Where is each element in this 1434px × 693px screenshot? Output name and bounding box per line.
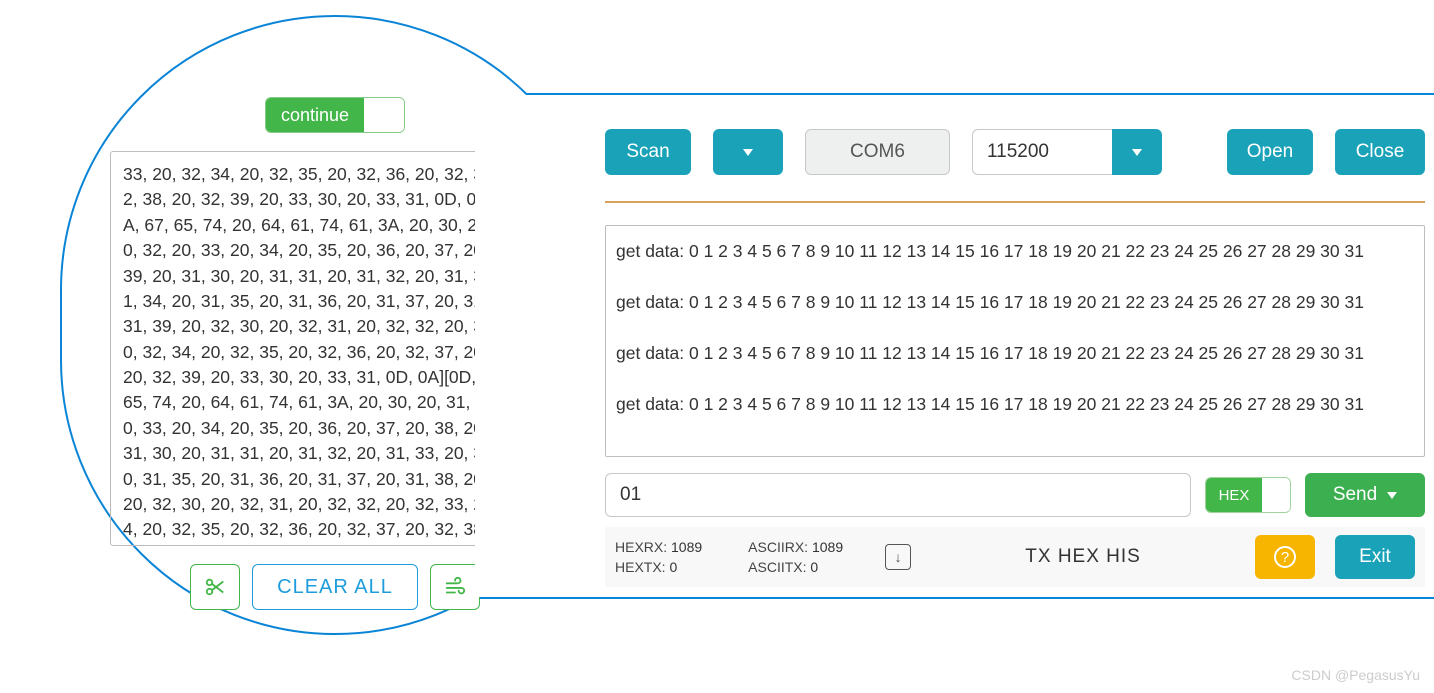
hextx-value: 0 [669,559,677,575]
console-line: get data: 0 1 2 3 4 5 6 7 8 9 10 11 12 1… [616,391,1414,418]
chevron-down-icon [1387,492,1397,499]
port-dropdown-button[interactable] [713,129,783,175]
asciirx-label: ASCIIRX: [748,539,808,555]
serial-terminal-panel: Scan COM6 Open Close get data: 0 1 2 3 4… [475,93,1434,599]
send-row: HEX Send [605,473,1425,517]
watermark: CSDN @PegasusYu [1291,667,1420,683]
toolbar: Scan COM6 Open Close [605,129,1425,203]
console-output[interactable]: get data: 0 1 2 3 4 5 6 7 8 9 10 11 12 1… [605,225,1425,457]
clear-all-button[interactable]: CLEAR ALL [252,564,418,610]
wind-button[interactable] [430,564,480,610]
open-button[interactable]: Open [1227,129,1313,175]
baud-dropdown-button[interactable] [1112,129,1162,175]
exit-button[interactable]: Exit [1335,535,1415,579]
asciitx-value: 0 [810,559,818,575]
rx-tx-stats: HEXRX: 1089 HEXTX: 0 ASCIIRX: 1089 ASCII… [615,539,843,575]
send-input[interactable] [605,473,1191,517]
console-line: get data: 0 1 2 3 4 5 6 7 8 9 10 11 12 1… [616,340,1414,367]
download-icon[interactable]: ↓ [885,544,911,570]
help-button[interactable]: ? [1255,535,1315,579]
cut-button[interactable] [190,564,240,610]
com-port-display[interactable]: COM6 [805,129,950,175]
scissors-icon [204,576,226,598]
console-line: get data: 0 1 2 3 4 5 6 7 8 9 10 11 12 1… [616,238,1414,265]
console-line: get data: 0 1 2 3 4 5 6 7 8 9 10 11 12 1… [616,289,1414,316]
close-button[interactable]: Close [1335,129,1425,175]
baud-rate-input[interactable] [972,129,1112,175]
continue-toggle-label: continue [266,98,364,132]
send-button-label: Send [1333,484,1377,506]
hex-toggle-label: HEX [1206,478,1262,512]
chevron-down-icon [1132,149,1142,156]
svg-text:?: ? [1281,549,1289,566]
status-bar: HEXRX: 1089 HEXTX: 0 ASCIIRX: 1089 ASCII… [605,527,1425,587]
hexrx-label: HEXRX: [615,539,667,555]
hexrx-value: 1089 [671,539,702,555]
baud-rate-control [972,129,1162,175]
scan-button[interactable]: Scan [605,129,691,175]
wind-icon [444,576,466,598]
asciirx-value: 1089 [812,539,843,555]
send-button[interactable]: Send [1305,473,1425,517]
circle-button-row: CLEAR ALL [190,564,480,610]
tx-hex-history-label[interactable]: TX HEX HIS [931,546,1235,568]
hextx-label: HEXTX: [615,559,666,575]
chevron-down-icon [743,149,753,156]
asciitx-label: ASCIITX: [748,559,806,575]
continue-toggle[interactable]: continue [265,97,405,133]
help-icon: ? [1273,545,1297,569]
hex-mode-toggle[interactable]: HEX [1205,477,1291,513]
